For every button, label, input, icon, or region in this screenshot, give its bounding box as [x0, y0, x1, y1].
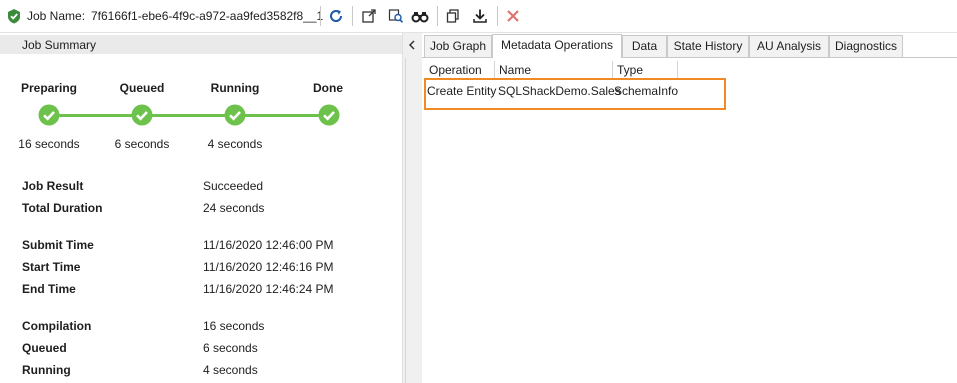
tab-metadata-operations[interactable]: Metadata Operations — [492, 34, 622, 58]
detail-value-compilation: 16 seconds — [203, 319, 265, 333]
tab-data[interactable]: Data — [622, 35, 667, 57]
collapse-left-icon[interactable] — [408, 39, 416, 53]
stage-check-icon — [131, 104, 153, 126]
detail-label-compilation: Compilation — [22, 319, 92, 333]
job-name-label: Job Name: — [27, 9, 86, 23]
cell-type: SchemaInfo — [614, 84, 679, 98]
detail-value-job-result: Succeeded — [203, 179, 264, 193]
toolbar-separator — [352, 6, 353, 26]
toolbar: Job Name: 7f6166f1-ebe6-4f9c-a972-aa9fed… — [0, 0, 957, 33]
stage-label-done: Done — [313, 81, 343, 95]
detail-value-end-time: 11/16/2020 12:46:24 PM — [203, 282, 334, 296]
job-summary-header: Job Summary — [0, 35, 402, 54]
detail-label-total-duration: Total Duration — [22, 201, 103, 215]
detail-label-start-time: Start Time — [22, 260, 81, 274]
stage-check-icon — [224, 104, 246, 126]
binoculars-icon[interactable] — [411, 7, 429, 25]
detail-value-submit-time: 11/16/2020 12:46:00 PM — [203, 238, 334, 252]
stage-time-queued: 6 seconds — [114, 137, 170, 151]
stage-check-icon — [38, 104, 60, 126]
detail-label-queued: Queued — [22, 341, 67, 355]
detail-value-running: 4 seconds — [203, 363, 258, 377]
refresh-icon[interactable] — [327, 7, 345, 25]
job-name-value: 7f6166f1-ebe6-4f9c-a972-aa9fed3582f8__1 — [91, 9, 324, 23]
find-icon[interactable] — [387, 7, 405, 25]
detail-value-total-duration: 24 seconds — [203, 201, 265, 215]
copy-icon[interactable] — [444, 7, 462, 25]
tab-au-analysis[interactable]: AU Analysis — [749, 35, 829, 57]
tab-strip: Job Graph Metadata Operations Data State… — [422, 33, 957, 58]
cell-name: SQLShackDemo.Sales — [498, 84, 621, 98]
job-status-icon — [6, 8, 22, 24]
cell-operation: Create Entity — [427, 84, 497, 98]
column-header-type[interactable]: Type — [613, 61, 678, 80]
vertical-divider — [405, 58, 406, 383]
tab-diagnostics[interactable]: Diagnostics — [829, 35, 903, 57]
detail-value-start-time: 11/16/2020 12:46:16 PM — [203, 260, 334, 274]
detail-label-end-time: End Time — [22, 282, 76, 296]
job-summary-pane: Job Summary Preparing 16 seconds Queued … — [0, 33, 402, 383]
detail-label-running: Running — [22, 363, 71, 377]
detail-label-job-result: Job Result — [22, 179, 84, 193]
open-external-icon[interactable] — [360, 7, 378, 25]
toolbar-separator — [497, 6, 498, 26]
toolbar-separator — [437, 6, 438, 26]
stage-time-running: 4 seconds — [207, 137, 263, 151]
cancel-icon[interactable] — [504, 7, 522, 25]
tab-state-history[interactable]: State History — [667, 35, 749, 57]
toolbar-separator — [320, 6, 321, 26]
download-icon[interactable] — [471, 7, 489, 25]
stage-label-running: Running — [210, 81, 260, 95]
detail-value-queued: 6 seconds — [203, 341, 258, 355]
job-summary-title: Job Summary — [22, 38, 97, 52]
details-pane: Job Graph Metadata Operations Data State… — [422, 33, 957, 383]
stage-time-preparing: 16 seconds — [18, 137, 80, 151]
detail-label-submit-time: Submit Time — [22, 238, 94, 252]
column-header-name[interactable]: Name — [495, 61, 613, 80]
stage-check-icon — [318, 104, 340, 126]
stage-label-preparing: Preparing — [20, 81, 77, 95]
progress-track — [49, 114, 331, 117]
column-header-operation[interactable]: Operation — [425, 61, 495, 80]
pane-splitter[interactable] — [402, 33, 422, 383]
stage-label-queued: Queued — [119, 81, 165, 95]
tab-job-graph[interactable]: Job Graph — [424, 35, 492, 57]
